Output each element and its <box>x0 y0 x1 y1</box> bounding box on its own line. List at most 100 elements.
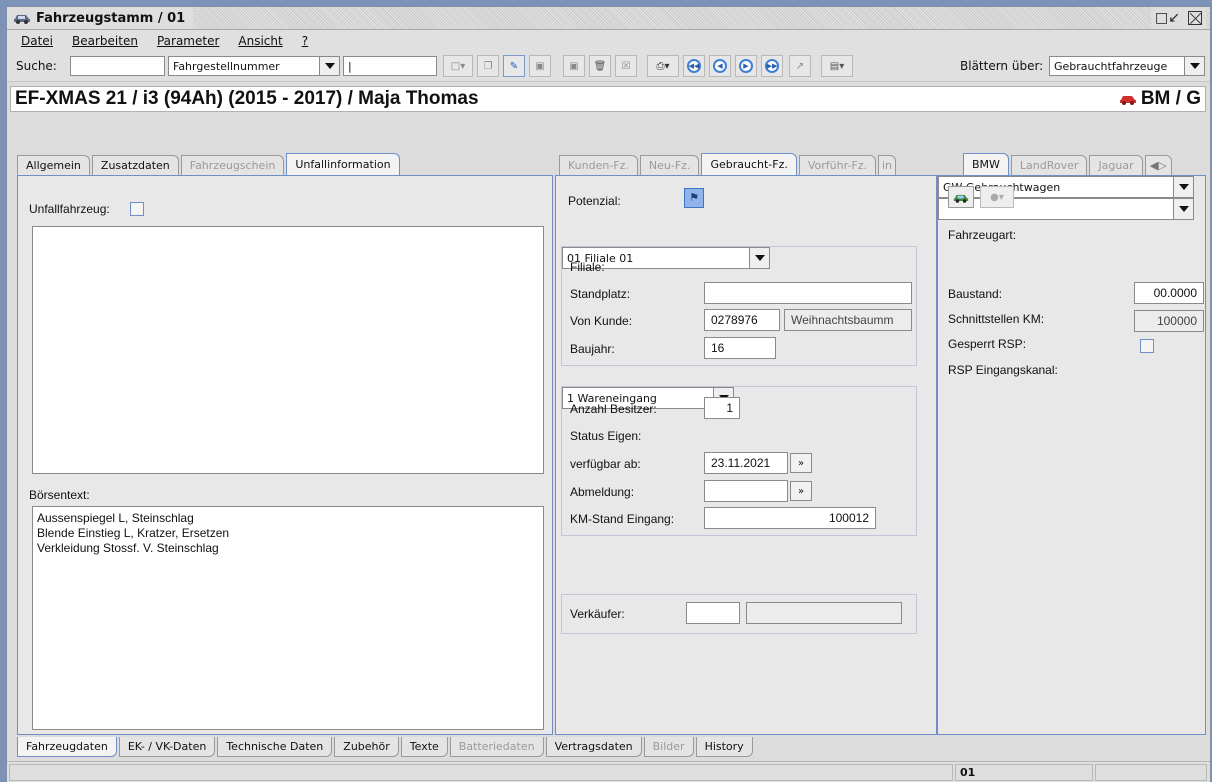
last-icon: ▶▶ <box>765 59 779 73</box>
tab-zusatzdaten[interactable]: Zusatzdaten <box>91 155 179 175</box>
accident-notes[interactable] <box>32 226 544 474</box>
tab-batteriedaten[interactable]: Batteriedaten <box>449 737 544 757</box>
menu-bearbeiten[interactable]: Bearbeiten <box>72 34 138 48</box>
prev-record-button[interactable]: ◀ <box>709 55 731 77</box>
tab-zubehoer[interactable]: Zubehör <box>334 737 399 757</box>
print-button[interactable]: ⎙▾ <box>647 55 679 77</box>
brand-panel: ●▾ Fahrzeugart: GW Gebrauchtwagen Bausta… <box>937 175 1206 735</box>
printer-icon: ⎙▾ <box>656 60 670 72</box>
report-button[interactable]: ▤▾ <box>821 55 853 77</box>
status-branch: 01 <box>955 764 1093 781</box>
besitzer-field[interactable]: 1 <box>704 397 740 419</box>
exchange-line: Blende Einstieg L, Kratzer, Ersetzen <box>37 526 230 540</box>
first-record-button[interactable]: ◀◀ <box>683 55 705 77</box>
close-icon[interactable] <box>1188 11 1202 25</box>
last-record-button[interactable]: ▶▶ <box>761 55 783 77</box>
trash-icon: 🗑 <box>593 60 607 72</box>
standplatz-field[interactable] <box>704 282 912 304</box>
title-bar[interactable]: Fahrzeugstamm / 01 □↙ <box>7 7 1210 30</box>
fahrzeugart-label: Fahrzeugart: <box>948 228 1017 242</box>
browse-select[interactable]: Gebrauchtfahrzeuge <box>1049 56 1205 76</box>
status-bar: 01 <box>7 761 1210 782</box>
menu-datei[interactable]: Datei <box>21 34 53 48</box>
used-vehicle-panel: Potenzial: ⚑ Filiale: 01 Filiale 01 Stan… <box>555 175 937 735</box>
record-header: EF-XMAS 21 / i3 (94Ah) (2015 - 2017) / M… <box>10 86 1206 112</box>
menu-parameter[interactable]: Parameter <box>157 34 219 48</box>
tab-jaguar[interactable]: Jaguar <box>1089 155 1143 175</box>
gesperrt-rsp-label: Gesperrt RSP: <box>948 337 1027 351</box>
tab-landrover[interactable]: LandRover <box>1010 155 1088 175</box>
tab-history[interactable]: History <box>695 737 753 757</box>
window-title: Fahrzeugstamm / 01 <box>36 10 186 26</box>
tab-bmw[interactable]: BMW <box>963 153 1009 175</box>
tab-allgemein[interactable]: Allgemein <box>17 155 90 175</box>
baustand-field[interactable]: 00.0000 <box>1134 282 1204 304</box>
gesperrt-rsp-checkbox[interactable] <box>1140 339 1154 353</box>
kunde-number-field[interactable]: 0278976 <box>704 309 780 331</box>
search-term-input[interactable] <box>343 56 437 76</box>
restore-icon[interactable]: □↙ <box>1155 11 1180 25</box>
potenzial-label: Potenzial: <box>568 194 621 208</box>
new-document-button[interactable]: □▾ <box>443 55 473 77</box>
accident-checkbox[interactable] <box>130 202 144 216</box>
cancel-button[interactable]: ☒ <box>615 55 637 77</box>
menu-ansicht[interactable]: Ansicht <box>238 34 282 48</box>
abmeldung-field[interactable] <box>704 480 788 502</box>
search-input[interactable] <box>70 56 165 76</box>
tab-scroll-left[interactable]: ◀▷ <box>1144 155 1172 175</box>
edit-icon: ✎ <box>509 60 519 72</box>
km-eingang-field[interactable]: 100012 <box>704 507 876 529</box>
search-label: Suche: <box>16 59 57 73</box>
left-tabbar: Allgemein Zusatzdaten Fahrzeugschein Unf… <box>17 153 402 175</box>
car-icon <box>1119 96 1136 105</box>
save-button[interactable]: ▣ <box>529 55 551 77</box>
tab-fahrzeugdaten[interactable]: Fahrzeugdaten <box>17 737 117 757</box>
tab-fahrzeugschein[interactable]: Fahrzeugschein <box>180 155 285 175</box>
copy-button[interactable]: ❐ <box>477 55 499 77</box>
exchange-text-label: Börsentext: <box>29 488 90 502</box>
verkaeufer-name-field <box>746 602 902 624</box>
tab-vertragsdaten[interactable]: Vertragsdaten <box>545 737 642 757</box>
toolbar: Suche: Fahrgestellnummer □▾ ❐ ✎ ▣ ▣ 🗑 ☒ … <box>7 51 1210 82</box>
brand-code: BM / G <box>1119 88 1201 110</box>
export-button[interactable]: ↗ <box>789 55 811 77</box>
tab-unfallinformation[interactable]: Unfallinformation <box>286 153 400 175</box>
fahrzeugart-select[interactable]: GW Gebrauchtwagen <box>938 176 1194 198</box>
tab-gebraucht-fz[interactable]: Gebraucht-Fz. <box>701 153 797 175</box>
baujahr-field[interactable]: 16 <box>704 337 776 359</box>
standplatz-label: Standplatz: <box>570 287 631 301</box>
chevron-down-icon <box>1173 199 1193 219</box>
tab-vorfuehr-fz[interactable]: Vorführ-Fz. <box>798 155 876 175</box>
km-eingang-label: KM-Stand Eingang: <box>570 512 675 526</box>
abmeldung-picker-button[interactable]: » <box>790 481 812 501</box>
save-icon: ▣ <box>535 60 545 72</box>
cancel-icon: ☒ <box>621 60 631 72</box>
exchange-textarea[interactable]: Aussenspiegel L, Steinschlag Blende Eins… <box>32 506 544 730</box>
save-copy-button[interactable]: ▣ <box>563 55 585 77</box>
verfuegbar-picker-button[interactable]: » <box>790 453 812 473</box>
tab-texte[interactable]: Texte <box>400 737 448 757</box>
export-icon: ↗ <box>795 60 805 72</box>
next-record-button[interactable]: ▶ <box>735 55 757 77</box>
edit-button[interactable]: ✎ <box>503 55 525 77</box>
menu-help[interactable]: ? <box>302 34 308 48</box>
vehicle-action-button[interactable] <box>948 186 974 208</box>
vehicle-menu-button[interactable]: ●▾ <box>980 186 1014 208</box>
potenzial-button[interactable]: ⚑ <box>684 188 704 208</box>
accident-panel: Unfallfahrzeug: Börsentext: Aussenspiege… <box>17 175 553 735</box>
tab-ek-vk-daten[interactable]: EK- / VK-Daten <box>118 737 216 757</box>
rsp-channel-select[interactable] <box>938 198 1194 220</box>
exchange-line: Verkleidung Stossf. V. Steinschlag <box>37 541 219 555</box>
tab-kunden-fz[interactable]: Kunden-Fz. <box>559 155 638 175</box>
verfuegbar-field[interactable]: 23.11.2021 <box>704 452 788 474</box>
search-field-select[interactable]: Fahrgestellnummer <box>168 56 340 76</box>
prev-icon: ◀ <box>713 59 727 73</box>
delete-button[interactable]: 🗑 <box>589 55 611 77</box>
baujahr-label: Baujahr: <box>570 342 615 356</box>
tab-truncated[interactable]: in <box>878 155 897 175</box>
location-group: Filiale: 01 Filiale 01 Standplatz: Von K… <box>561 246 917 366</box>
tab-neu-fz[interactable]: Neu-Fz. <box>639 155 700 175</box>
tab-bilder[interactable]: Bilder <box>643 737 694 757</box>
verkaeufer-code-field[interactable] <box>686 602 740 624</box>
tab-technische-daten[interactable]: Technische Daten <box>217 737 333 757</box>
